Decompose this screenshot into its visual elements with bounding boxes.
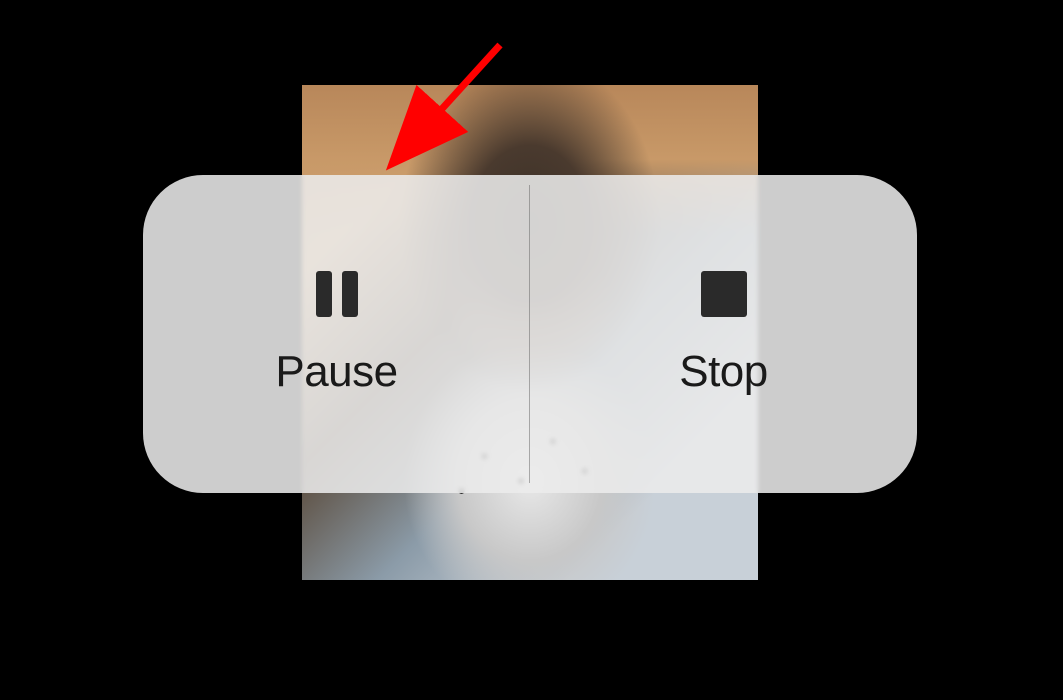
stop-button[interactable]: Stop — [530, 175, 917, 493]
stop-icon — [701, 271, 747, 317]
stop-label: Stop — [679, 347, 768, 397]
recording-controls-panel: Pause Stop — [143, 175, 917, 493]
pause-label: Pause — [275, 347, 397, 397]
pause-icon — [316, 271, 358, 317]
pause-button[interactable]: Pause — [143, 175, 530, 493]
